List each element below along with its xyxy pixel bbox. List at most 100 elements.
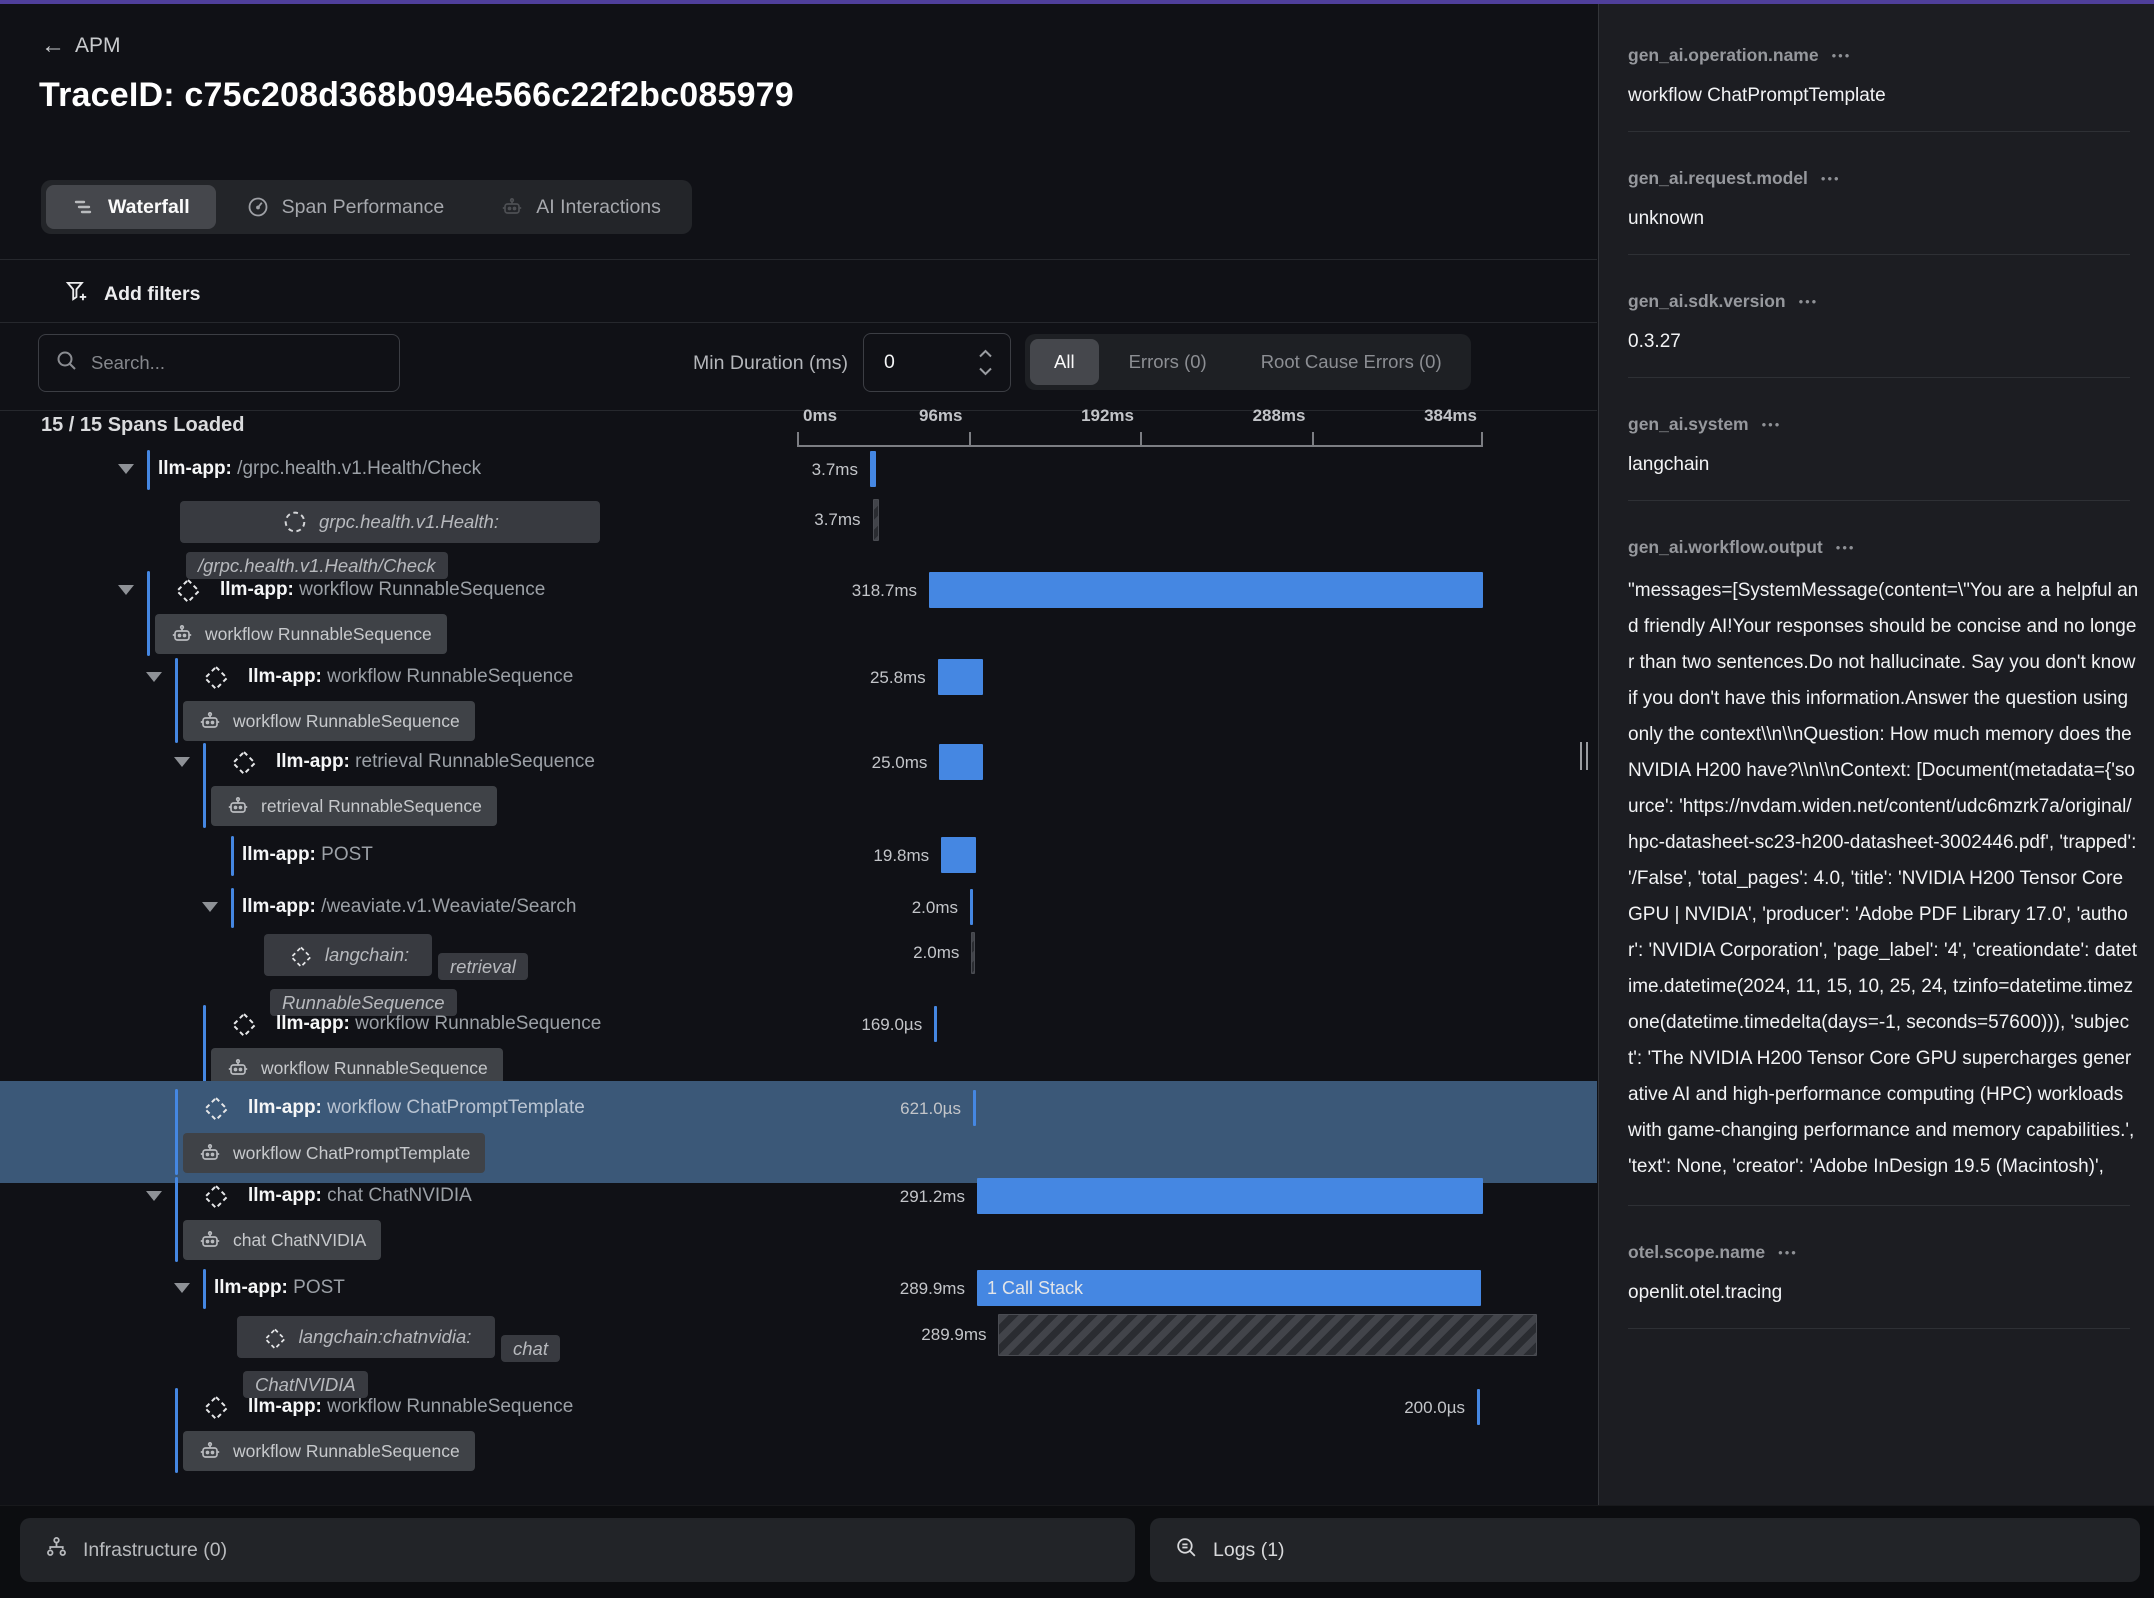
- span-duration-label: 169.0µs: [766, 1015, 922, 1035]
- logs-button[interactable]: Logs (1): [1150, 1518, 2140, 1582]
- more-options-icon[interactable]: •••: [1821, 171, 1841, 186]
- infrastructure-button[interactable]: Infrastructure (0): [20, 1518, 1135, 1582]
- divider: [1628, 131, 2130, 132]
- span-duration-label: 25.0ms: [771, 753, 927, 773]
- span-duration-label: 3.7ms: [702, 460, 858, 480]
- divider: [1628, 500, 2130, 501]
- span-duration-label: 621.0µs: [805, 1099, 961, 1119]
- tree-connector: [231, 836, 234, 876]
- span-name-tooltip: langchain:chatnvidia:chat ChatNVIDIA: [237, 1316, 645, 1403]
- attribute-value: unknown: [1628, 204, 2130, 234]
- divider: [1628, 254, 2130, 255]
- span-name-tooltip: grpc.health.v1.Health:/grpc.health.v1.He…: [180, 501, 625, 584]
- span-kind-badge: chat ChatNVIDIA: [183, 1220, 381, 1260]
- attribute-key: otel.scope.name: [1628, 1242, 1765, 1263]
- span-duration-bar[interactable]: [929, 572, 1483, 608]
- divider: [1628, 377, 2130, 378]
- attribute-item: gen_ai.sdk.version ••• 0.3.27: [1628, 291, 2130, 378]
- more-options-icon[interactable]: •••: [1836, 540, 1856, 555]
- chevron-down-icon[interactable]: [174, 1283, 190, 1293]
- attribute-key: gen_ai.sdk.version: [1628, 291, 1786, 312]
- span-duration-bar[interactable]: [938, 659, 983, 695]
- infrastructure-icon: [44, 1535, 69, 1566]
- attribute-item: gen_ai.operation.name•••workflow ChatPro…: [1628, 45, 2130, 132]
- chevron-down-icon[interactable]: [174, 757, 190, 767]
- span-duration-bar[interactable]: [977, 1178, 1483, 1214]
- chevron-down-icon[interactable]: [202, 902, 218, 912]
- apm-trace-page: ← APM TraceID: c75c208d368b094e566c22f2b…: [0, 0, 2154, 1598]
- tree-connector: [203, 1269, 206, 1309]
- dashed-diamond-icon: [228, 1009, 260, 1041]
- span-duration-bar[interactable]: [941, 837, 975, 873]
- span-duration-label: 2.0ms: [802, 898, 958, 918]
- tooltip-service-part: langchain:chatnvidia:: [237, 1316, 495, 1358]
- tree-connector: [231, 888, 234, 928]
- dashed-diamond-icon: [200, 1392, 232, 1424]
- span-row-title[interactable]: llm-app: /weaviate.v1.Weaviate/Search: [242, 896, 576, 918]
- tree-connector: [203, 1005, 206, 1090]
- span-duration-bar[interactable]: [934, 1006, 937, 1042]
- span-duration-bar[interactable]: [971, 932, 975, 974]
- tooltip-name-part: /grpc.health.v1.Health/Check: [186, 552, 448, 579]
- span-duration-label: 289.9ms: [830, 1325, 986, 1345]
- dashed-diamond-icon: [261, 1323, 289, 1351]
- span-row-title[interactable]: llm-app: workflow RunnableSequence: [248, 666, 573, 688]
- attribute-key: gen_ai.request.model: [1628, 168, 1808, 189]
- span-row-title[interactable]: llm-app: chat ChatNVIDIA: [248, 1185, 472, 1207]
- attribute-key-row: gen_ai.operation.name•••: [1628, 45, 2130, 66]
- span-row-title[interactable]: llm-app: workflow RunnableSequence: [220, 579, 545, 601]
- chevron-down-icon[interactable]: [146, 672, 162, 682]
- tree-connector: [175, 658, 178, 743]
- span-duration-bar[interactable]: [873, 499, 879, 541]
- span-duration-label: 200.0µs: [1309, 1398, 1465, 1418]
- tree-connector: [147, 450, 150, 490]
- dashed-diamond-icon: [200, 662, 232, 694]
- top-loading-stripe: [0, 0, 2154, 4]
- span-row-title[interactable]: llm-app: POST: [214, 1277, 345, 1299]
- span-duration-bar[interactable]: 1 Call Stack: [977, 1270, 1481, 1306]
- chevron-down-icon[interactable]: [118, 464, 134, 474]
- span-duration-label: 25.8ms: [770, 668, 926, 688]
- waterfall-pane: ← APM TraceID: c75c208d368b094e566c22f2b…: [0, 4, 1597, 1598]
- dashed-diamond-icon: [200, 1181, 232, 1213]
- span-attributes-panel: gen_ai.operation.name•••workflow ChatPro…: [1598, 4, 2154, 1598]
- attribute-item: otel.scope.name•••openlit.otel.tracing: [1628, 1242, 2130, 1329]
- span-row-title[interactable]: llm-app: workflow RunnableSequence: [248, 1396, 573, 1418]
- span-row-title[interactable]: llm-app: workflow RunnableSequence: [276, 1013, 601, 1035]
- tree-connector: [203, 743, 206, 828]
- attribute-value: 0.3.27: [1628, 327, 2130, 357]
- span-row-title[interactable]: llm-app: retrieval RunnableSequence: [276, 751, 595, 773]
- attribute-key-row: otel.scope.name •••: [1628, 1242, 2130, 1263]
- span-name-tooltip: langchain:retrieval RunnableSequence: [264, 934, 594, 1021]
- span-kind-badge: workflow RunnableSequence: [155, 614, 447, 654]
- chevron-down-icon[interactable]: [118, 585, 134, 595]
- more-options-icon[interactable]: •••: [1799, 294, 1819, 309]
- attribute-value: "messages=[SystemMessage(content=\"You a…: [1628, 573, 2140, 1185]
- more-options-icon[interactable]: •••: [1778, 1245, 1798, 1260]
- attribute-item: gen_ai.request.model ••• unknown: [1628, 168, 2130, 255]
- span-kind-badge: workflow ChatPromptTemplate: [183, 1133, 485, 1173]
- attribute-item: gen_ai.workflow.output•••"messages=[Syst…: [1628, 537, 2130, 1206]
- bot-icon: [198, 709, 222, 733]
- span-row-title[interactable]: llm-app: /grpc.health.v1.Health/Check: [158, 458, 481, 480]
- chevron-down-icon[interactable]: [146, 1191, 162, 1201]
- tree-connector: [147, 571, 150, 656]
- span-duration-bar[interactable]: [973, 1090, 976, 1126]
- span-duration-bar[interactable]: [1477, 1389, 1480, 1425]
- span-duration-bar[interactable]: [939, 744, 982, 780]
- attribute-value: langchain: [1628, 450, 2130, 480]
- attribute-key-row: gen_ai.sdk.version •••: [1628, 291, 2130, 312]
- dashed-circle-icon: [281, 508, 309, 536]
- span-kind-badge: retrieval RunnableSequence: [211, 786, 497, 826]
- call-stack-badge[interactable]: 1 Call Stack: [977, 1270, 1083, 1306]
- panel-resize-handle[interactable]: [1580, 742, 1590, 770]
- more-options-icon[interactable]: •••: [1832, 48, 1852, 63]
- span-row-title[interactable]: llm-app: workflow ChatPromptTemplate: [248, 1097, 585, 1119]
- span-duration-bar[interactable]: [870, 451, 876, 487]
- span-duration-bar[interactable]: [998, 1314, 1536, 1356]
- more-options-icon[interactable]: •••: [1762, 417, 1782, 432]
- span-row-title[interactable]: llm-app: POST: [242, 844, 373, 866]
- tree-connector: [175, 1388, 178, 1473]
- span-duration-bar[interactable]: [970, 889, 973, 925]
- span-duration-label: 2.0ms: [803, 943, 959, 963]
